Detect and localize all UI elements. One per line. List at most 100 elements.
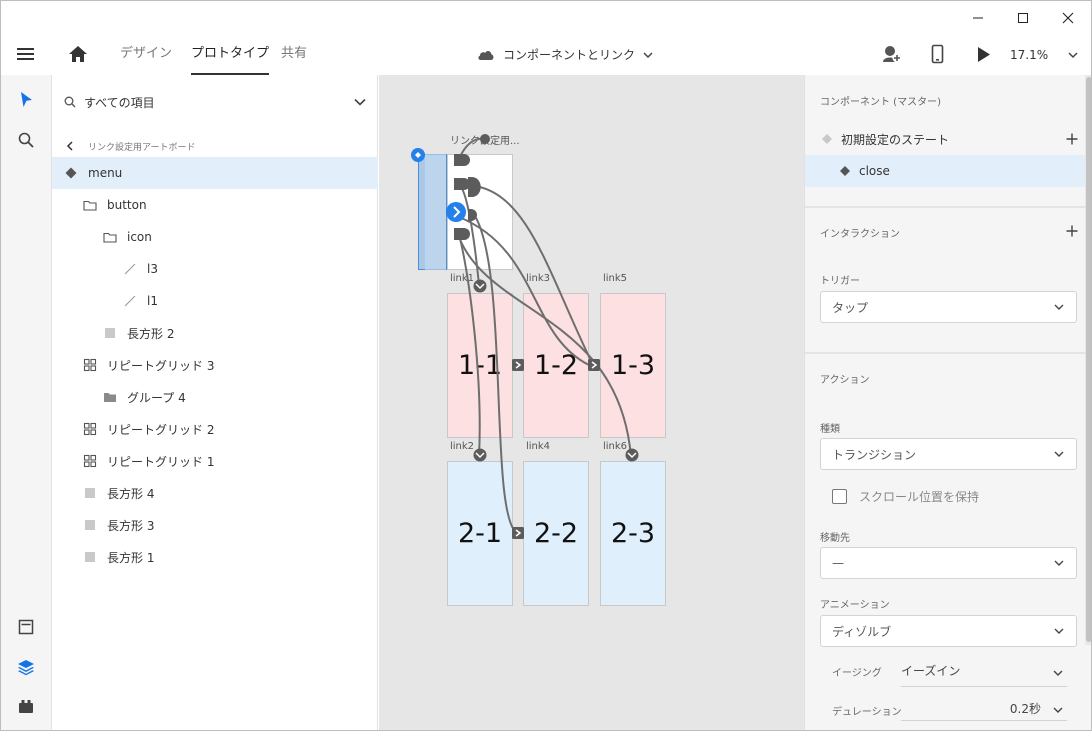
plugins-panel-button[interactable] <box>13 694 39 720</box>
rectangle-icon <box>83 550 97 564</box>
wire-link6 <box>458 236 632 458</box>
app-bar: デザイン プロトタイプ 共有 コンポーネントとリンク 17.1% <box>1 34 1091 75</box>
wire-head <box>480 134 490 144</box>
breadcrumb[interactable]: リンク設定用アートボード <box>66 138 195 154</box>
destination-value: — <box>832 556 844 570</box>
state-row-default[interactable]: 初期設定のステート <box>805 123 1091 155</box>
wire-target <box>473 448 487 462</box>
animation-select[interactable]: ディゾルブ <box>820 615 1077 647</box>
divider <box>805 352 1091 354</box>
cloud-icon <box>478 50 494 60</box>
checkbox-box[interactable] <box>832 488 847 504</box>
wire-target <box>512 359 524 371</box>
duration-label: デュレーション <box>832 707 902 718</box>
layer-row[interactable]: l1 <box>52 285 378 317</box>
folder-icon <box>83 198 97 212</box>
zoom-select[interactable]: 17.1% <box>1010 34 1084 75</box>
layer-row[interactable]: 長方形 2 <box>52 317 378 349</box>
duration-select[interactable]: 0.2秒 <box>901 697 1067 721</box>
state-label: 初期設定のステート <box>841 132 950 147</box>
wire-handle <box>468 177 481 197</box>
minimize-icon <box>973 17 983 18</box>
user-add-icon <box>883 46 902 63</box>
type-label: 種類 <box>820 424 840 435</box>
layer-row[interactable]: リピートグリッド 1 <box>52 445 378 477</box>
layer-filter[interactable]: すべての項目 <box>52 87 378 117</box>
inspector-scroll-thumb[interactable] <box>1086 77 1091 642</box>
chevron-down-icon <box>354 98 366 106</box>
interaction-handle[interactable] <box>446 202 466 222</box>
destination-select[interactable]: — <box>820 547 1077 579</box>
layer-row[interactable]: リピートグリッド 3 <box>52 349 378 381</box>
add-state-button[interactable] <box>1066 133 1078 145</box>
interaction-heading: インタラクション <box>820 229 900 240</box>
prototype-wires <box>411 134 639 539</box>
minimize-button[interactable] <box>955 1 1001 34</box>
easing-label: イージング <box>832 668 882 679</box>
rectangle-icon <box>103 326 117 340</box>
close-icon <box>1062 12 1074 23</box>
layer-row[interactable]: l3 <box>52 253 378 285</box>
layer-row[interactable]: 長方形 1 <box>52 541 378 573</box>
layer-row[interactable]: button <box>52 189 378 221</box>
home-button[interactable] <box>67 44 89 64</box>
wire-handle <box>454 228 470 240</box>
folder-icon <box>103 230 117 244</box>
layer-label: リピートグリッド 1 <box>107 454 215 469</box>
chevron-down-icon <box>1054 451 1064 457</box>
component-heading: コンポーネント (マスター) <box>820 97 941 108</box>
xd-window: デザイン プロトタイプ 共有 コンポーネントとリンク 17.1% すべての項目 … <box>0 0 1092 731</box>
device-preview-button[interactable] <box>930 44 946 65</box>
canvas[interactable]: リンク設定用... link11-1link31-2link51-3link22… <box>379 75 804 730</box>
layer-label: 長方形 1 <box>107 550 155 565</box>
zoom-tool-button[interactable] <box>13 127 39 153</box>
hamburger-icon <box>17 48 34 60</box>
layer-label: グループ 4 <box>127 390 186 405</box>
select-tool-button[interactable] <box>13 87 39 113</box>
preserve-scroll-checkbox[interactable]: スクロール位置を保持 <box>832 486 979 506</box>
maximize-icon <box>1018 12 1028 23</box>
tab-design[interactable]: デザイン <box>120 34 172 75</box>
assets-panel-button[interactable] <box>13 614 39 640</box>
select-arrow-icon <box>21 92 32 107</box>
line-icon <box>123 294 137 308</box>
wire-target <box>512 527 524 539</box>
play-icon <box>978 47 990 62</box>
share-user-button[interactable] <box>881 43 903 65</box>
trigger-select[interactable]: タップ <box>820 291 1077 323</box>
repeat-grid-icon <box>83 422 97 436</box>
chevron-down-icon <box>1068 51 1078 58</box>
state-label: close <box>859 164 890 178</box>
chevron-down-icon <box>1054 560 1064 566</box>
preserve-scroll-label: スクロール位置を保持 <box>859 489 980 504</box>
easing-select[interactable]: イーズイン <box>901 659 1067 687</box>
layers-icon <box>18 660 34 676</box>
rectangle-icon <box>83 518 97 532</box>
hamburger-menu-button[interactable] <box>16 45 36 63</box>
layer-row[interactable]: グループ 4 <box>52 381 378 413</box>
title-bar <box>1 1 1091 34</box>
layer-row[interactable]: リピートグリッド 2 <box>52 413 378 445</box>
layer-row[interactable]: 長方形 3 <box>52 509 378 541</box>
layer-row[interactable]: icon <box>52 221 378 253</box>
inspector-scroll-track[interactable] <box>1085 75 1091 645</box>
layers-panel-button[interactable] <box>13 654 39 680</box>
preview-play-button[interactable] <box>976 46 992 63</box>
layer-row[interactable]: 長方形 4 <box>52 477 378 509</box>
wire-target <box>588 359 600 371</box>
divider <box>805 206 1091 208</box>
close-window-button[interactable] <box>1045 1 1091 34</box>
layer-row[interactable]: menu <box>52 157 378 189</box>
add-interaction-button[interactable] <box>1066 225 1078 237</box>
maximize-button[interactable] <box>1000 1 1046 34</box>
repeat-grid-icon <box>83 358 97 372</box>
tab-share[interactable]: 共有 <box>281 34 307 75</box>
tab-prototype[interactable]: プロトタイプ <box>191 34 270 75</box>
layer-label: button <box>107 198 147 212</box>
state-row-close[interactable]: close <box>805 155 1091 187</box>
action-type-select[interactable]: トランジション <box>820 438 1077 470</box>
search-icon <box>64 96 76 108</box>
wire-handle <box>454 154 470 166</box>
document-title-menu[interactable]: コンポーネントとリンク <box>477 34 653 75</box>
layer-label: l1 <box>147 294 158 308</box>
